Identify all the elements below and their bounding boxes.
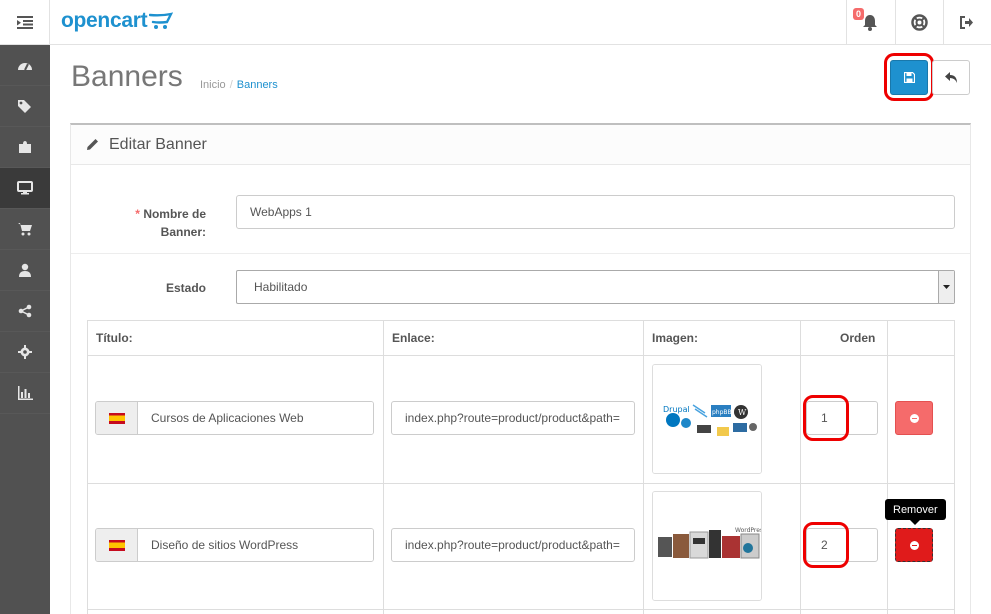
banner-name-input[interactable]: WebApps 1 (236, 195, 955, 229)
row2-order-highlight (803, 522, 849, 568)
sidebar-item-extensions[interactable] (0, 127, 50, 168)
sidebar-item-dashboard[interactable] (0, 45, 50, 86)
sidebar-item-marketing[interactable] (0, 291, 50, 332)
svg-text:Drupal: Drupal (663, 405, 690, 414)
save-button-highlight (884, 53, 934, 101)
dashboard-icon (18, 63, 32, 71)
row2-image-thumbnail[interactable]: WordPress (652, 491, 762, 601)
back-button[interactable] (932, 60, 970, 95)
th-image: Imagen: (652, 331, 699, 345)
tags-icon (18, 100, 31, 113)
page-title: Banners (71, 60, 183, 93)
bell-icon (863, 15, 877, 31)
user-icon (19, 263, 31, 277)
svg-text:W: W (738, 408, 747, 417)
spain-flag-icon (96, 402, 138, 434)
banner-name-label: * Nombre de Banner: (135, 207, 206, 239)
banner-images-table: Título: Enlace: Imagen: Orden (87, 320, 955, 614)
minus-circle-icon (909, 413, 919, 423)
panel-title: Editar Banner (109, 135, 207, 153)
th-order: Orden (840, 331, 876, 345)
notification-badge: 0 (853, 8, 865, 20)
sidebar-item-reports[interactable] (0, 373, 50, 414)
logo-text: opencart (61, 9, 148, 32)
sidebar-item-system[interactable] (0, 332, 50, 373)
th-title: Título: (96, 331, 133, 345)
life-ring-icon (910, 14, 928, 31)
th-link: Enlace: (392, 331, 435, 345)
minus-circle-icon (909, 540, 919, 550)
panel-heading: Editar Banner (71, 125, 970, 165)
logout-button[interactable] (943, 0, 990, 45)
bar-chart-icon (18, 386, 33, 400)
row2-remove-button[interactable] (895, 528, 933, 562)
menu-indent-icon (16, 16, 33, 29)
menu-toggle-button[interactable] (0, 0, 50, 45)
row1-order-highlight (803, 395, 849, 441)
status-select-value: Habilitado (254, 280, 308, 294)
row1-remove-button[interactable] (895, 401, 933, 435)
pencil-icon (87, 139, 98, 150)
row1-title-input[interactable]: Cursos de Aplicaciones Web (95, 401, 374, 435)
sidebar-item-catalog[interactable] (0, 86, 50, 127)
row2-title-value: Diseño de sitios WordPress (138, 529, 373, 561)
svg-text:phpBB: phpBB (712, 409, 732, 416)
form-divider (71, 253, 970, 254)
status-label: Estado (165, 281, 206, 295)
sidebar-item-customers[interactable] (0, 250, 50, 291)
webapps-logos-image: Drupal phpBB W (653, 365, 761, 473)
select-arrow (938, 271, 954, 303)
help-button[interactable] (895, 0, 942, 45)
row1-link-input[interactable]: index.php?route=product/product&path= (391, 401, 635, 435)
row2-title-input[interactable]: Diseño de sitios WordPress (95, 528, 374, 562)
notifications-button[interactable]: 0 (846, 0, 893, 45)
top-header: opencart 0 (0, 0, 991, 45)
share-icon (18, 304, 32, 318)
row2-link-input[interactable]: index.php?route=product/product&path= (391, 528, 635, 562)
reply-icon (944, 71, 957, 83)
row1-image-thumbnail[interactable]: Drupal phpBB W (652, 364, 762, 474)
desktop-icon (17, 181, 33, 195)
sidebar-item-design[interactable] (0, 168, 50, 209)
puzzle-icon (19, 141, 31, 153)
remove-tooltip: Remover (885, 499, 946, 525)
spain-flag-icon (96, 529, 138, 561)
sidebar-item-sales[interactable] (0, 209, 50, 250)
wordpress-themes-image: WordPress (653, 492, 762, 600)
sign-out-icon (960, 16, 973, 29)
caret-down-icon (943, 285, 950, 289)
cart-logo-icon (149, 12, 174, 29)
cart-icon (18, 223, 32, 236)
sidebar (0, 45, 50, 614)
opencart-logo[interactable]: opencart (61, 9, 174, 33)
svg-text:WordPress: WordPress (735, 527, 762, 534)
row1-title-value: Cursos de Aplicaciones Web (138, 402, 373, 434)
breadcrumb-home-link[interactable]: Inicio (200, 79, 226, 91)
status-select[interactable]: Habilitado (236, 270, 955, 304)
gear-icon (18, 345, 32, 359)
breadcrumb: Inicio / Banners (200, 79, 278, 91)
breadcrumb-banners-link[interactable]: Banners (237, 79, 278, 91)
